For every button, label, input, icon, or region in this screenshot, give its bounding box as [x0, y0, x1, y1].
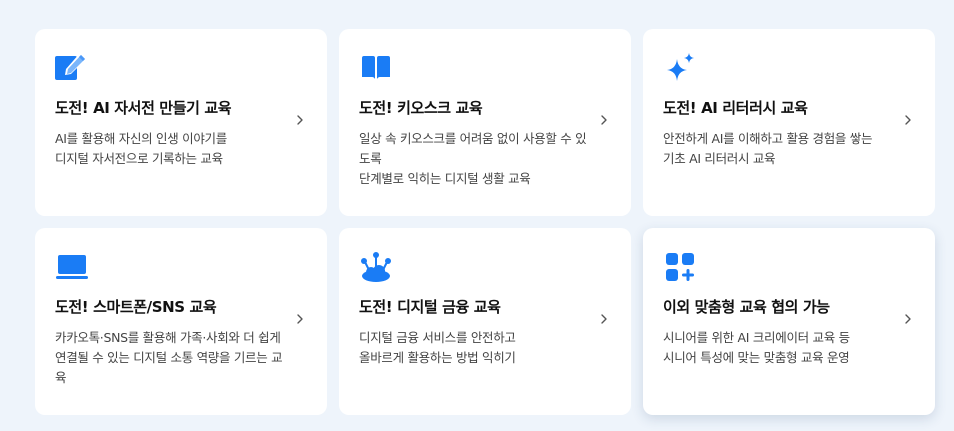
card-custom-education[interactable]: 이외 맞춤형 교육 협의 가능 시니어를 위한 AI 크리에이터 교육 등 시니… [643, 228, 935, 415]
chevron-right-icon[interactable] [597, 312, 611, 326]
card-description: 일상 속 키오스크를 어려움 없이 사용할 수 있 도록 단계별로 익히는 디지… [359, 129, 594, 189]
cloud-network-icon [361, 252, 391, 282]
desc-line: 육 [55, 370, 67, 385]
card-description: 디지털 금융 서비스를 안전하고 올바르게 활용하는 방법 익히기 [359, 328, 594, 368]
desc-line: AI를 활용해 자신의 인생 이야기를 [55, 131, 227, 146]
desc-line: 디지털 금융 서비스를 안전하고 [359, 330, 516, 345]
desc-line: 도록 [359, 151, 382, 166]
sparkle-icon [667, 53, 694, 81]
card-description: AI를 활용해 자신의 인생 이야기를 디지털 자서전으로 기록하는 교육 [55, 129, 290, 169]
card-kiosk[interactable]: 도전! 키오스크 교육 일상 속 키오스크를 어려움 없이 사용할 수 있 도록… [339, 29, 631, 216]
desc-line: 시니어 특성에 맞는 맞춤형 교육 운영 [663, 350, 850, 365]
card-description: 시니어를 위한 AI 크리에이터 교육 등 시니어 특성에 맞는 맞춤형 교육 … [663, 328, 898, 368]
card-title: 도전! 스마트폰/SNS 교육 [55, 298, 217, 316]
card-title: 도전! 디지털 금융 교육 [359, 298, 501, 316]
chevron-right-icon[interactable] [901, 312, 915, 326]
desc-line: 시니어를 위한 AI 크리에이터 교육 등 [663, 330, 850, 345]
desc-line: 연결될 수 있는 디지털 소통 역량을 기르는 교 [55, 350, 283, 365]
card-title: 도전! 키오스크 교육 [359, 99, 483, 117]
card-description: 카카오톡·SNS를 활용해 가족·사회와 더 쉽게 연결될 수 있는 디지털 소… [55, 328, 290, 388]
card-description: 안전하게 AI를 이해하고 활용 경험을 쌓는 기초 AI 리터러시 교육 [663, 129, 898, 169]
desc-line: 단계별로 익히는 디지털 생활 교육 [359, 171, 531, 186]
desc-line: 일상 속 키오스크를 어려움 없이 사용할 수 있 [359, 131, 587, 146]
chevron-right-icon[interactable] [901, 113, 915, 127]
desc-line: 기초 AI 리터러시 교육 [663, 151, 776, 166]
card-title: 이외 맞춤형 교육 협의 가능 [663, 298, 830, 316]
chevron-right-icon[interactable] [597, 113, 611, 127]
chevron-right-icon[interactable] [293, 113, 307, 127]
card-ai-autobiography[interactable]: 도전! AI 자서전 만들기 교육 AI를 활용해 자신의 인생 이야기를 디지… [35, 29, 327, 216]
education-card-grid: 도전! AI 자서전 만들기 교육 AI를 활용해 자신의 인생 이야기를 디지… [35, 29, 935, 415]
desc-line: 올바르게 활용하는 방법 익히기 [359, 350, 516, 365]
apps-plus-icon [666, 253, 694, 281]
desc-line: 카카오톡·SNS를 활용해 가족·사회와 더 쉽게 [55, 330, 281, 345]
desc-line: 안전하게 AI를 이해하고 활용 경험을 쌓는 [663, 131, 873, 146]
card-smartphone-sns[interactable]: 도전! 스마트폰/SNS 교육 카카오톡·SNS를 활용해 가족·사회와 더 쉽… [35, 228, 327, 415]
chevron-right-icon[interactable] [293, 312, 307, 326]
card-title: 도전! AI 리터러시 교육 [663, 99, 808, 117]
card-title: 도전! AI 자서전 만들기 교육 [55, 99, 232, 117]
open-book-icon [362, 56, 390, 79]
card-digital-finance[interactable]: 도전! 디지털 금융 교육 디지털 금융 서비스를 안전하고 올바르게 활용하는… [339, 228, 631, 415]
card-ai-literacy[interactable]: 도전! AI 리터러시 교육 안전하게 AI를 이해하고 활용 경험을 쌓는 기… [643, 29, 935, 216]
laptop-icon [56, 255, 88, 279]
pencil-square-icon [55, 53, 86, 80]
desc-line: 디지털 자서전으로 기록하는 교육 [55, 151, 223, 166]
